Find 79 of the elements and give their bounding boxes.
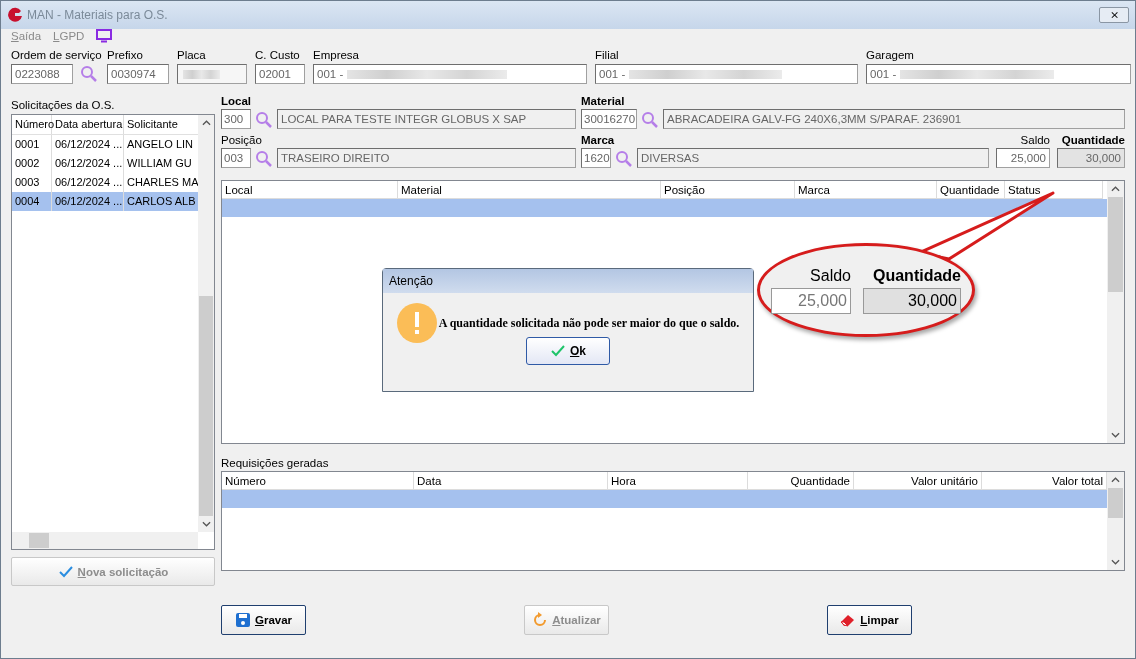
column-header[interactable]: Solicitante	[124, 115, 201, 134]
balance-field: 25,000	[996, 148, 1050, 168]
code-field[interactable]: 003	[221, 148, 251, 168]
field-label: Material	[581, 94, 625, 108]
scrollbar[interactable]	[1107, 472, 1124, 570]
scroll-down-icon[interactable]	[1111, 432, 1120, 438]
save-button[interactable]: Gravar	[221, 605, 306, 635]
field-label: Quantidade	[1061, 133, 1125, 147]
scroll-up-icon[interactable]	[1111, 186, 1120, 192]
section-label: Solicitações da O.S.	[11, 98, 116, 112]
table-cell: 0002	[12, 154, 52, 173]
table-cell: 0001	[12, 135, 52, 154]
scroll-down-icon[interactable]	[201, 521, 211, 527]
input-field[interactable]	[177, 64, 247, 84]
table-cell-text: CHARLES MA	[126, 175, 200, 190]
field-label: Prefixo	[107, 48, 144, 62]
table-cell-text: WILLIAM GU	[126, 156, 193, 171]
search-icon[interactable]	[641, 111, 659, 129]
table-cell: 0004	[12, 192, 52, 211]
close-button[interactable]: ⨯	[1099, 7, 1129, 23]
table-cell: 06/12/2024 ...	[52, 135, 124, 154]
balance-field: 25,000	[771, 287, 851, 314]
table-row[interactable]: 0004 06/12/2024 ... CARLOS ALB	[12, 192, 201, 211]
search-icon[interactable]	[615, 150, 633, 168]
table-cell: 06/12/2024 ...	[52, 154, 124, 173]
search-icon[interactable]	[255, 111, 273, 129]
dialog-title: Atenção	[383, 269, 753, 293]
table-cell: 06/12/2024 ...	[52, 192, 124, 211]
field-label: Local	[221, 94, 252, 108]
search-icon[interactable]	[80, 65, 98, 83]
code-field[interactable]: 300	[221, 109, 251, 129]
window-title: MAN - Materiais para O.S.	[27, 8, 168, 22]
input-field[interactable]: 001 -	[595, 64, 858, 84]
description-field: DIVERSAS	[637, 148, 989, 168]
code-field[interactable]: 30016270	[581, 109, 637, 129]
field-label: Garagem	[866, 48, 915, 62]
eraser-icon	[840, 612, 857, 628]
scroll-down-icon[interactable]	[1111, 559, 1120, 565]
warning-icon	[396, 303, 437, 343]
column-header[interactable]: Número	[12, 115, 52, 134]
scroll-up-icon[interactable]	[201, 120, 211, 126]
field-label: Saldo	[1020, 133, 1050, 147]
scrollbar[interactable]	[198, 115, 214, 532]
description-field: TRASEIRO DIREITO	[277, 148, 576, 168]
code-field[interactable]: 1620	[581, 148, 611, 168]
search-icon[interactable]	[255, 150, 273, 168]
table-cell-text: CARLOS ALB	[126, 194, 197, 209]
input-field[interactable]: 0030974	[107, 64, 169, 84]
field-label: Quantidade	[873, 266, 961, 285]
field-label: C. Custo	[255, 48, 301, 62]
field-label: Marca	[581, 133, 615, 147]
horizontal-scrollbar[interactable]	[12, 532, 198, 549]
description-field: ABRACADEIRA GALV-FG 240X6,3MM S/PARAF. 236901	[663, 109, 1125, 129]
monitor-icon[interactable]	[96, 29, 113, 43]
input-field[interactable]: 02001	[255, 64, 305, 84]
field-label: Filial	[595, 48, 620, 62]
scrollbar[interactable]	[1107, 181, 1124, 443]
description-field: LOCAL PARA TESTE INTEGR GLOBUS X SAP	[277, 109, 576, 129]
erase-button[interactable]: Limpar	[827, 605, 912, 635]
input-field[interactable]: 0223088	[11, 64, 73, 84]
scroll-up-icon[interactable]	[1111, 477, 1120, 483]
quantity-field[interactable]: 30,000	[1057, 148, 1125, 168]
table-cell-text: ANGELO LIN	[126, 137, 195, 152]
check-icon	[550, 343, 566, 359]
field-label: Placa	[177, 48, 207, 62]
ok-button[interactable]: Ok	[526, 337, 610, 365]
field-label: Saldo	[810, 266, 851, 285]
field-label: Posição	[221, 133, 262, 147]
refresh-icon	[532, 612, 549, 628]
table-row[interactable]: 0002 06/12/2024 ... WILLIAM GU	[12, 154, 201, 173]
section-label: Requisições geradas	[221, 456, 330, 470]
field-label: Empresa	[313, 48, 361, 62]
table-row[interactable]: 0001 06/12/2024 ... ANGELO LIN	[12, 135, 201, 154]
field-label: Ordem de serviço	[11, 48, 99, 62]
quantity-field: 30,000	[863, 287, 961, 314]
input-field[interactable]: 001 -	[866, 64, 1131, 84]
dialog-message: A quantidade solicitada não pode ser maior do que o saldo.	[438, 315, 740, 331]
logo-icon	[7, 7, 23, 23]
input-field[interactable]: 001 -	[313, 64, 587, 84]
